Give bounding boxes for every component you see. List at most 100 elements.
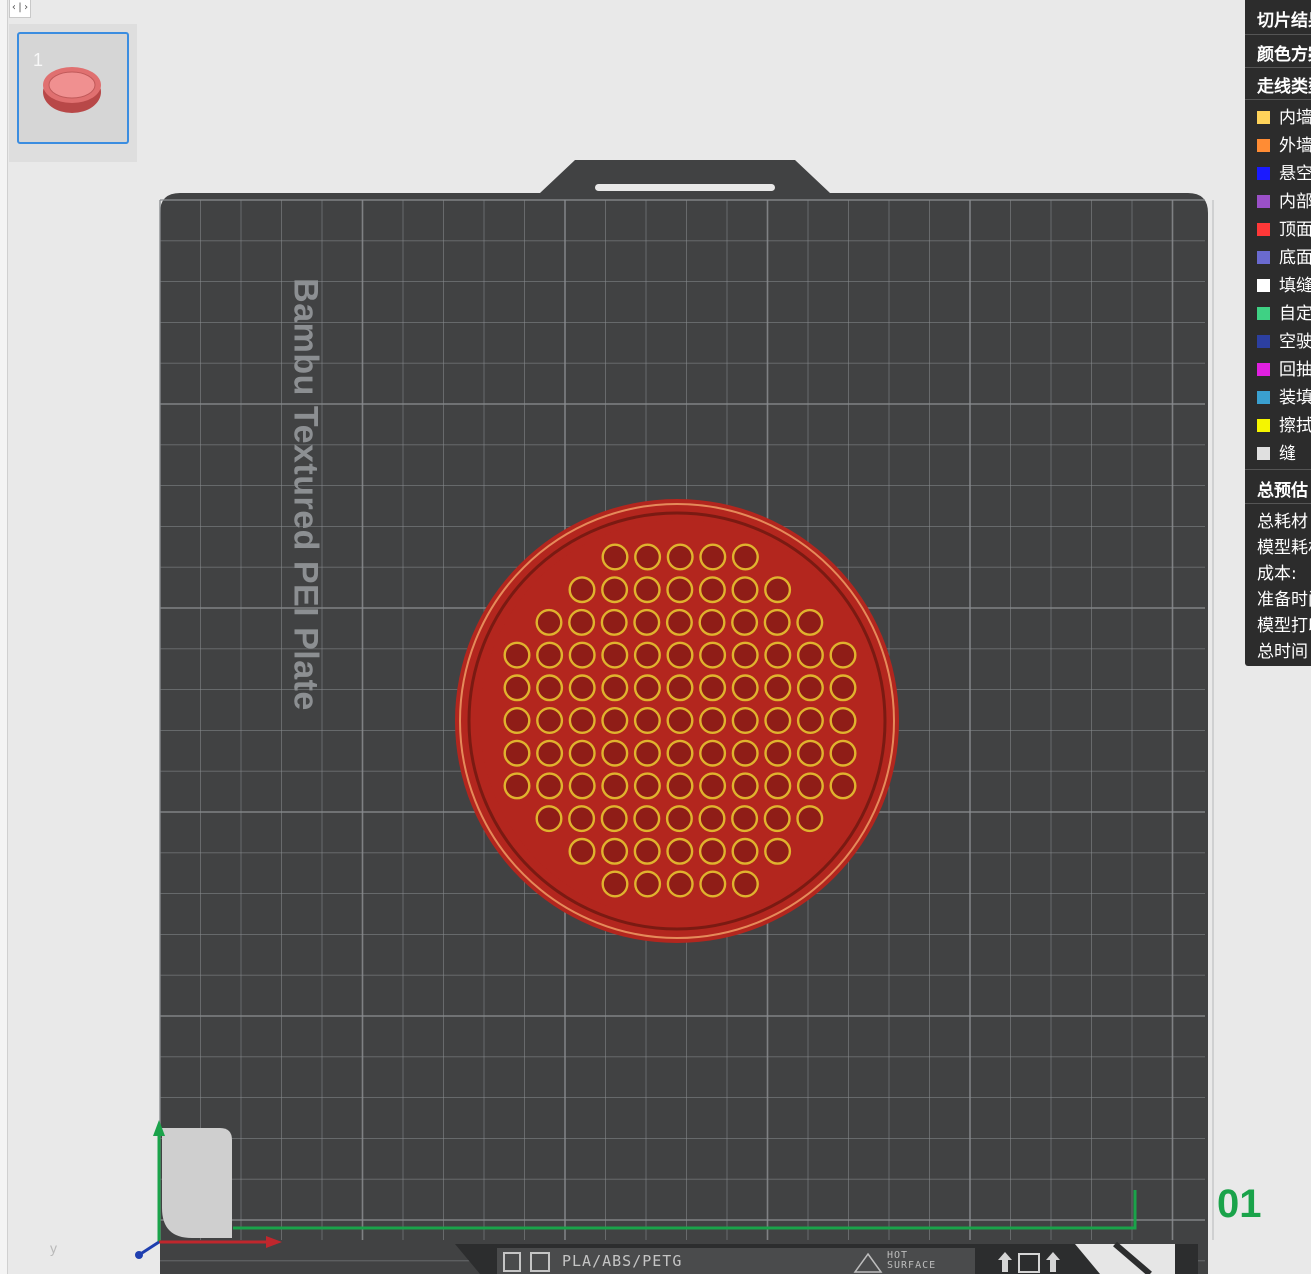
model-hole [699,870,727,898]
model-hole [601,772,629,800]
model-hole [633,608,661,636]
model-hole [796,641,824,669]
model-hole [764,674,792,702]
legend-swatch [1257,251,1270,264]
legend-item[interactable]: 外墙 [1257,131,1311,156]
legend-item[interactable]: 装填 [1257,383,1311,408]
model-hole [601,641,629,669]
model-hole [568,674,596,702]
plate-number-label[interactable]: 01 [1217,1182,1262,1227]
model-hole [763,805,791,833]
legend-item-label: 顶面 [1279,220,1311,240]
model-hole [634,870,662,898]
model-hole [568,641,596,669]
model-hole [699,641,727,669]
sliced-model-preview[interactable] [455,499,899,943]
legend-item[interactable]: 顶面 [1257,215,1311,240]
print-bed[interactable] [0,0,1245,1274]
legend-item-label: 缝 [1279,444,1296,464]
model-hole [829,707,857,735]
model-hole [503,707,531,735]
model-hole [633,805,661,833]
model-hole [633,641,661,669]
legend-item-label: 填缝 [1279,276,1311,296]
model-hole [796,608,824,636]
model-hole [568,608,596,636]
model-hole [796,707,824,735]
model-hole [731,707,759,735]
estimate-stat-label: 总耗材 [1257,512,1308,532]
model-hole [666,543,694,571]
model-hole [829,641,857,669]
legend-swatch [1257,139,1270,152]
legend-item[interactable]: 悬空 [1257,159,1311,184]
model-hole [633,576,661,604]
model-hole [633,739,661,767]
legend-swatch [1257,363,1270,376]
model-hole [731,805,759,833]
legend-item[interactable]: 填缝 [1257,271,1311,296]
model-hole [600,805,628,833]
legend-item[interactable]: 回抽 [1257,355,1311,380]
model-hole [666,707,694,735]
estimate-stat-label: 成本: [1257,564,1297,584]
estimate-stat-label: 总时间 [1257,642,1308,662]
model-hole [535,805,563,833]
model-hole [666,641,694,669]
legend-item-label: 内部实心填充 [1279,192,1311,212]
legend-item[interactable]: 自定义 [1257,299,1311,324]
model-hole [536,707,564,735]
model-hole [536,641,564,669]
model-hole [764,772,792,800]
legend-item-label: 装填 [1279,388,1311,408]
model-hole [764,641,792,669]
model-hole [796,674,824,702]
model-hole [699,543,727,571]
model-hole [698,837,726,865]
model-hole [568,739,596,767]
model-hole [601,837,629,865]
hot-surface-text: HOT SURFACE [887,1251,936,1271]
estimate-stat-label: 准备时间 [1257,590,1311,610]
legend-item-label: 回抽 [1279,360,1311,380]
model-hole [666,837,694,865]
model-hole [666,870,694,898]
legend-swatch [1257,111,1270,124]
model-hole [633,707,661,735]
legend-item[interactable]: 内墙 [1257,103,1311,128]
legend-item-label: 悬空 [1279,164,1311,184]
estimate-stat-label: 模型耗材 [1257,538,1311,558]
legend-item[interactable]: 缝 [1257,439,1296,464]
model-hole [536,739,564,767]
model-hole [666,739,694,767]
model-hole [731,576,759,604]
model-hole [634,543,662,571]
legend-title: 切片结果 [1257,11,1311,31]
model-hole [503,641,531,669]
legend-item[interactable]: 空驶 [1257,327,1311,352]
legend-swatch [1257,307,1270,320]
model-hole [764,707,792,735]
model-hole [665,608,693,636]
model-hole [601,674,629,702]
plate-material-text: PLA/ABS/PETG [562,1252,683,1270]
total-estimate-heading: 总预估 [1257,481,1308,501]
model-hole [568,837,596,865]
model-hole [601,543,629,571]
color-scheme-selector[interactable]: 颜色方案 [1257,40,1311,65]
legend-item[interactable]: 底面 [1257,243,1311,268]
model-hole [731,674,759,702]
legend-swatch [1257,195,1270,208]
legend-swatch [1257,167,1270,180]
model-hole [731,837,759,865]
model-hole [698,805,726,833]
legend-item[interactable]: 擦拭 [1257,411,1311,436]
model-hole [568,707,596,735]
model-hole [503,739,531,767]
plate-brand-label: Bambu Textured PEI Plate [286,278,325,711]
legend-item[interactable]: 内部实心填充 [1257,187,1311,212]
model-hole [601,707,629,735]
model-hole [829,674,857,702]
model-hole [731,543,759,571]
model-hole [535,608,563,636]
